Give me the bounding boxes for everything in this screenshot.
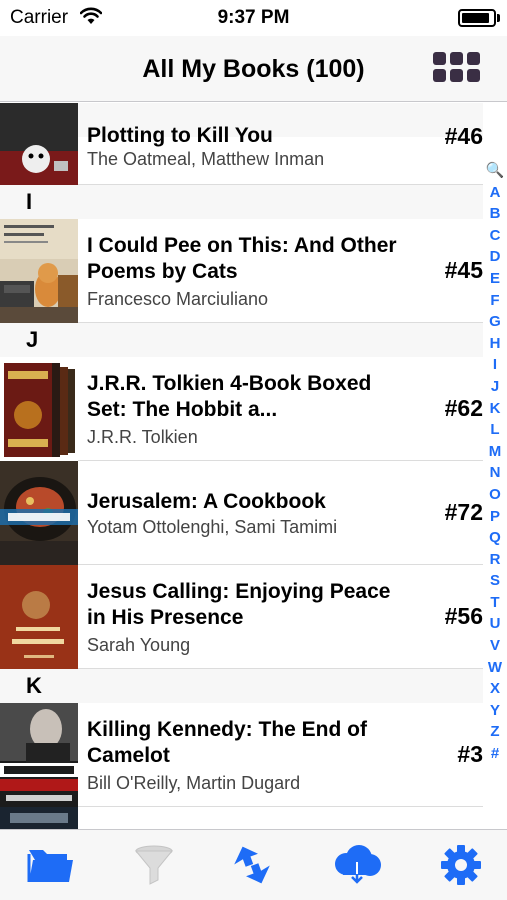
book-cover — [0, 461, 78, 565]
index-letter[interactable]: A — [490, 182, 501, 204]
index-letter[interactable]: T — [490, 592, 499, 614]
book-author: The Oatmeal, Matthew Inman — [87, 149, 325, 169]
book-author: Yotam Ottolenghi, Sami Tamimi — [87, 517, 338, 537]
book-number: #45 — [444, 257, 483, 283]
section-header-k: K — [0, 669, 483, 703]
book-title: Plotting to Kill You — [87, 124, 273, 147]
tab-settings[interactable] — [437, 844, 485, 886]
tab-cloud[interactable] — [331, 844, 381, 886]
book-row[interactable] — [0, 807, 483, 829]
book-cover — [0, 357, 78, 461]
index-letter[interactable]: N — [490, 462, 501, 484]
tab-sort[interactable] — [228, 844, 276, 886]
index-letter[interactable]: M — [489, 441, 502, 463]
tab-library[interactable] — [27, 844, 75, 886]
book-cover — [0, 703, 78, 807]
book-number: #46 — [444, 123, 483, 149]
book-author: Sarah Young — [87, 635, 191, 655]
navigation-bar: All My Books (100) — [0, 36, 507, 102]
book-title: Killing Kennedy: The End of Camelot — [87, 718, 367, 767]
index-search-icon[interactable]: 🔍 — [486, 160, 505, 182]
book-number: #56 — [444, 603, 483, 629]
sort-arrows-icon — [234, 846, 270, 884]
index-letter[interactable]: E — [490, 268, 500, 290]
book-title: J.R.R. Tolkien 4-Book Boxed Set: The Hob… — [87, 372, 372, 421]
index-letter[interactable]: X — [490, 678, 500, 700]
grid-view-icon[interactable] — [433, 52, 480, 84]
gear-icon — [441, 845, 481, 885]
index-letter[interactable]: K — [490, 398, 501, 420]
book-row[interactable]: Jerusalem: A Cookbook Yotam Ottolenghi, … — [0, 461, 483, 565]
book-row[interactable]: Killing Kennedy: The End of Camelot Bill… — [0, 703, 483, 807]
index-letter[interactable]: L — [490, 419, 499, 441]
book-row[interactable]: J.R.R. Tolkien 4-Book Boxed Set: The Hob… — [0, 357, 483, 461]
book-row[interactable]: Jesus Calling: Enjoying Peace in His Pre… — [0, 565, 483, 669]
index-letter[interactable]: J — [491, 376, 499, 398]
tab-filter[interactable] — [130, 844, 178, 886]
index-letter[interactable]: Z — [490, 721, 499, 743]
index-letter[interactable]: G — [489, 311, 501, 333]
index-letter[interactable]: # — [491, 743, 499, 765]
book-row[interactable]: Plotting to Kill You The Oatmeal, Matthe… — [0, 103, 483, 185]
funnel-icon — [134, 845, 174, 885]
status-bar: Carrier 9:37 PM — [0, 0, 507, 36]
book-author: J.R.R. Tolkien — [87, 427, 198, 447]
book-number: #62 — [444, 395, 483, 421]
battery-icon — [458, 9, 496, 27]
index-letter[interactable]: B — [490, 203, 501, 225]
index-letter[interactable]: W — [488, 657, 502, 679]
section-index[interactable]: 🔍 A B C D E F G H I J K L M N O P Q R S T U V W X Y Z # — [484, 160, 506, 765]
index-letter[interactable]: H — [490, 333, 501, 355]
book-cover — [0, 103, 78, 185]
book-title: I Could Pee on This: And Other Poems by … — [87, 234, 397, 283]
index-letter[interactable]: F — [490, 290, 499, 312]
index-letter[interactable]: R — [490, 549, 501, 571]
book-author: Francesco Marciuliano — [87, 289, 269, 309]
book-cover — [0, 565, 78, 669]
index-letter[interactable]: Y — [490, 700, 500, 722]
folder-icon — [27, 850, 73, 882]
book-cover — [0, 807, 78, 829]
book-row[interactable]: I Could Pee on This: And Other Poems by … — [0, 219, 483, 323]
index-letter[interactable]: O — [489, 484, 501, 506]
tab-bar — [0, 829, 507, 900]
battery-level — [462, 13, 489, 23]
book-cover — [0, 219, 78, 323]
index-letter[interactable]: P — [490, 506, 500, 528]
index-letter[interactable]: S — [490, 570, 500, 592]
index-letter[interactable]: C — [490, 225, 501, 247]
cloud-icon — [335, 845, 381, 884]
book-title: Jesus Calling: Enjoying Peace in His Pre… — [87, 580, 391, 629]
index-letter[interactable]: V — [490, 635, 500, 657]
section-header-i: I — [0, 185, 483, 219]
index-letter[interactable]: U — [490, 613, 501, 635]
section-header-j: J — [0, 323, 483, 357]
page-title: All My Books (100) — [142, 55, 365, 83]
book-number: #72 — [444, 499, 483, 525]
book-title: Jerusalem: A Cookbook — [87, 490, 326, 513]
status-time: 9:37 PM — [217, 7, 290, 28]
book-author: Bill O'Reilly, Martin Dugard — [87, 773, 301, 793]
battery-tip — [497, 14, 500, 22]
index-letter[interactable]: D — [490, 246, 501, 268]
index-letter[interactable]: I — [493, 354, 497, 376]
book-list[interactable]: H Plotting to Kill You The Oatmeal, Matt… — [0, 103, 483, 829]
index-letter[interactable]: Q — [489, 527, 501, 549]
book-number: #3 — [457, 741, 483, 767]
